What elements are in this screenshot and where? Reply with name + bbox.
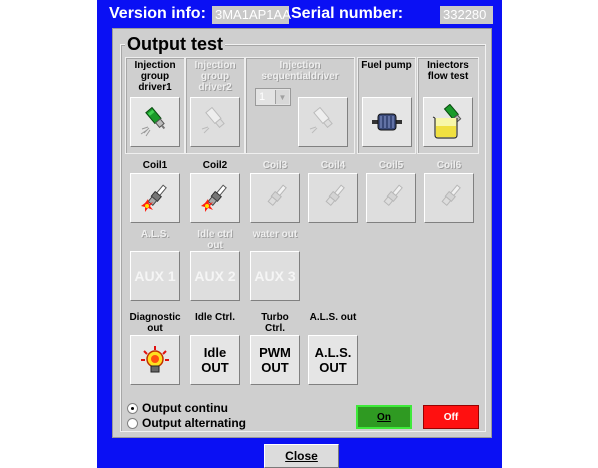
injection-group1-label: Injection group driver1 [134,60,176,93]
coil3-button[interactable] [250,173,300,223]
close-button[interactable]: Close [264,444,339,468]
output-alternating-radio[interactable] [127,418,138,429]
coil5-button[interactable] [366,173,416,223]
serial-label: Serial number: [291,5,404,22]
spark-plug-icon [441,184,461,206]
spark-plug-icon [201,184,227,212]
aux1-button[interactable]: AUX 1 [130,251,180,301]
injection-group2-button[interactable] [190,97,240,147]
spark-plug-icon [383,184,403,206]
flow-test-label: Iniectors flow test [427,60,469,82]
coil5-label: Coil5 [378,160,404,171]
coil2-button[interactable] [190,173,240,223]
als-out-line2: OUT [319,360,347,375]
beaker-icon [432,104,462,139]
pwm-out-line2: OUT [261,360,289,375]
sequential-driver-value: 1 [259,91,266,103]
idle-out-line2: OUT [201,360,229,375]
screen: Version info: 3MA1AP1AA Serial number: 3… [0,0,598,468]
output-continu-label[interactable]: Output continu [142,402,228,415]
flow-test-button[interactable] [423,97,473,147]
water-out-label: water out [252,229,298,240]
chevron-down-icon: ▼ [275,90,289,104]
aux2-label: AUX 2 [194,268,236,284]
output-alternating-label[interactable]: Output alternating [142,417,246,430]
coil1-button[interactable] [130,173,180,223]
coil1-label: Coil1 [142,160,168,171]
coil6-label: Coil6 [436,160,462,171]
als-out-label: A.L.S. out [309,312,357,323]
injection-group2-label: Injection group driver2 [194,60,236,93]
output-continu-radio[interactable] [127,403,138,414]
serial-value: 332280 [440,6,493,24]
idle-ctrl-out-label: Idle ctrl out [197,229,233,251]
panel-title: Output test [125,34,225,54]
spark-plug-icon [325,184,345,206]
spark-plug-icon [267,184,287,206]
version-value: 3MA1AP1AA [212,6,291,24]
diagnostic-out-label: Diagnostic out [129,312,181,334]
injector-icon [309,107,333,134]
als-out-text: A.L.S. OUT [315,345,352,375]
injection-group1-button[interactable] [130,97,180,147]
als-aux-label: A.L.S. [140,229,170,240]
turbo-ctrl-label: Turbo Ctrl. [261,312,289,334]
bulb-icon [141,346,169,373]
on-button[interactable]: On [356,405,412,429]
pwm-out-text: PWM OUT [259,345,291,375]
diagnostic-out-button[interactable] [130,335,180,385]
injector-icon [140,107,166,137]
aux1-label: AUX 1 [134,268,176,284]
pwm-out-button[interactable]: PWM OUT [250,335,300,385]
idle-out-text: Idle OUT [201,345,228,375]
injection-sequential-button[interactable] [298,97,348,147]
fuel-pump-button[interactable] [362,97,412,147]
coil4-button[interactable] [308,173,358,223]
radio-selected-dot [131,407,134,410]
pwm-out-line1: PWM [259,345,291,360]
spark-plug-icon [141,184,167,212]
coil3-label: Coil3 [262,160,288,171]
off-button[interactable]: Off [423,405,479,429]
idle-out-button[interactable]: Idle OUT [190,335,240,385]
coil4-label: Coil4 [320,160,346,171]
aux3-label: AUX 3 [254,268,296,284]
als-out-line1: A.L.S. [314,345,352,360]
aux3-button[interactable]: AUX 3 [250,251,300,301]
injection-sequential-label: Injection sequentialdriver [261,60,339,82]
coil2-label: Coil2 [202,160,228,171]
fuel-pump-label: Fuel pump [361,60,412,71]
coil6-button[interactable] [424,173,474,223]
fuel-pump-icon [372,113,402,131]
version-label: Version info: [109,5,206,22]
idle-ctrl-label: Idle Ctrl. [194,312,235,323]
injector-icon [201,107,225,134]
output-test-panel: Output test Injection group driver1 Inje… [112,28,492,438]
aux2-button[interactable]: AUX 2 [190,251,240,301]
sequential-driver-select[interactable]: 1 ▼ [255,88,291,106]
als-out-button[interactable]: A.L.S. OUT [308,335,358,385]
idle-out-line1: Idle [203,345,227,360]
